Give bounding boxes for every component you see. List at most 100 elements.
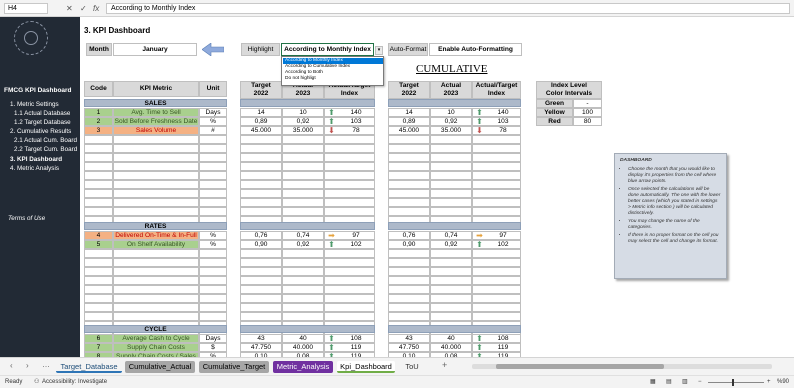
empty-cell[interactable] (199, 135, 227, 144)
empty-cell[interactable] (282, 198, 324, 207)
empty-cell[interactable] (113, 144, 199, 153)
empty-cell[interactable] (84, 198, 113, 207)
tab-metric-analysis[interactable]: Metric_Analysis (273, 361, 333, 373)
enter-icon[interactable]: ✓ (80, 3, 87, 14)
empty-cell[interactable] (472, 180, 521, 189)
empty-cell[interactable] (324, 207, 375, 216)
empty-cell[interactable] (199, 249, 227, 258)
sidebar-item-metric-settings[interactable]: 1. Metric Settings (10, 101, 59, 108)
empty-cell[interactable] (199, 207, 227, 216)
row-actual[interactable]: 0,74 (282, 231, 324, 240)
row-actual[interactable]: 10 (282, 108, 324, 117)
empty-cell[interactable] (282, 267, 324, 276)
empty-cell[interactable] (282, 207, 324, 216)
empty-cell[interactable] (388, 303, 430, 312)
empty-cell[interactable] (388, 198, 430, 207)
empty-cell[interactable] (472, 207, 521, 216)
empty-cell[interactable] (240, 303, 282, 312)
empty-cell[interactable] (113, 258, 199, 267)
empty-cell[interactable] (240, 267, 282, 276)
sidebar-item-kpi-dashboard[interactable]: 3. KPI Dashboard (10, 156, 62, 163)
empty-cell[interactable] (388, 144, 430, 153)
page-layout-icon[interactable]: ▤ (666, 376, 672, 388)
sidebar-item-cumulative-results[interactable]: 2. Cumulative Results (10, 128, 71, 135)
empty-cell[interactable] (84, 285, 113, 294)
cum-row-actual[interactable]: 35.000 (430, 126, 472, 135)
empty-cell[interactable] (240, 153, 282, 162)
empty-cell[interactable] (388, 267, 430, 276)
empty-cell[interactable] (282, 249, 324, 258)
empty-cell[interactable] (430, 189, 472, 198)
dropdown-option[interactable]: According to Both (283, 70, 383, 76)
zoom-out-icon[interactable]: − (698, 376, 702, 388)
empty-cell[interactable] (472, 249, 521, 258)
empty-cell[interactable] (324, 198, 375, 207)
empty-cell[interactable] (324, 276, 375, 285)
empty-cell[interactable] (84, 153, 113, 162)
cum-row-actual[interactable]: 0,92 (430, 117, 472, 126)
row-target[interactable]: 0,90 (240, 240, 282, 249)
empty-cell[interactable] (84, 189, 113, 198)
cum-row-target[interactable]: 0,90 (388, 240, 430, 249)
cum-row-target[interactable]: 47.750 (388, 343, 430, 352)
empty-cell[interactable] (240, 258, 282, 267)
empty-cell[interactable] (84, 303, 113, 312)
empty-cell[interactable] (240, 135, 282, 144)
empty-cell[interactable] (199, 171, 227, 180)
highlight-select[interactable]: According to Monthly Index (281, 43, 374, 56)
empty-cell[interactable] (240, 180, 282, 189)
empty-cell[interactable] (388, 135, 430, 144)
empty-cell[interactable] (472, 189, 521, 198)
row-target[interactable]: 47.750 (240, 343, 282, 352)
empty-cell[interactable] (240, 276, 282, 285)
empty-cell[interactable] (430, 267, 472, 276)
scrollbar-thumb[interactable] (496, 364, 664, 369)
empty-cell[interactable] (84, 171, 113, 180)
zoom-slider[interactable] (708, 379, 764, 386)
empty-cell[interactable] (113, 171, 199, 180)
cum-row-actual[interactable]: 0,74 (430, 231, 472, 240)
empty-cell[interactable] (113, 189, 199, 198)
empty-cell[interactable] (199, 312, 227, 321)
empty-cell[interactable] (199, 303, 227, 312)
zoom-in-icon[interactable]: + (767, 376, 771, 388)
empty-cell[interactable] (113, 276, 199, 285)
empty-cell[interactable] (113, 153, 199, 162)
empty-cell[interactable] (240, 207, 282, 216)
empty-cell[interactable] (324, 135, 375, 144)
cum-row-actual[interactable]: 0,92 (430, 240, 472, 249)
empty-cell[interactable] (240, 162, 282, 171)
empty-cell[interactable] (388, 249, 430, 258)
empty-cell[interactable] (84, 267, 113, 276)
empty-cell[interactable] (324, 294, 375, 303)
empty-cell[interactable] (430, 153, 472, 162)
empty-cell[interactable] (282, 285, 324, 294)
cum-row-actual[interactable]: 40.000 (430, 343, 472, 352)
cancel-icon[interactable]: ✕ (66, 3, 73, 14)
sidebar-item-target-database[interactable]: 1.2 Target Database (14, 119, 71, 126)
empty-cell[interactable] (84, 258, 113, 267)
empty-cell[interactable] (324, 303, 375, 312)
empty-cell[interactable] (84, 276, 113, 285)
empty-cell[interactable] (282, 162, 324, 171)
empty-cell[interactable] (199, 276, 227, 285)
empty-cell[interactable] (324, 249, 375, 258)
empty-cell[interactable] (282, 189, 324, 198)
empty-cell[interactable] (388, 153, 430, 162)
empty-cell[interactable] (324, 189, 375, 198)
empty-cell[interactable] (282, 171, 324, 180)
empty-cell[interactable] (430, 303, 472, 312)
empty-cell[interactable] (84, 312, 113, 321)
empty-cell[interactable] (430, 285, 472, 294)
empty-cell[interactable] (84, 249, 113, 258)
empty-cell[interactable] (388, 189, 430, 198)
empty-cell[interactable] (113, 294, 199, 303)
empty-cell[interactable] (199, 189, 227, 198)
dropdown-arrow-icon[interactable]: ▾ (375, 46, 383, 55)
empty-cell[interactable] (324, 153, 375, 162)
empty-cell[interactable] (113, 267, 199, 276)
row-target[interactable]: 0,89 (240, 117, 282, 126)
empty-cell[interactable] (282, 294, 324, 303)
level-red-value[interactable]: 80 (573, 117, 602, 126)
empty-cell[interactable] (472, 258, 521, 267)
